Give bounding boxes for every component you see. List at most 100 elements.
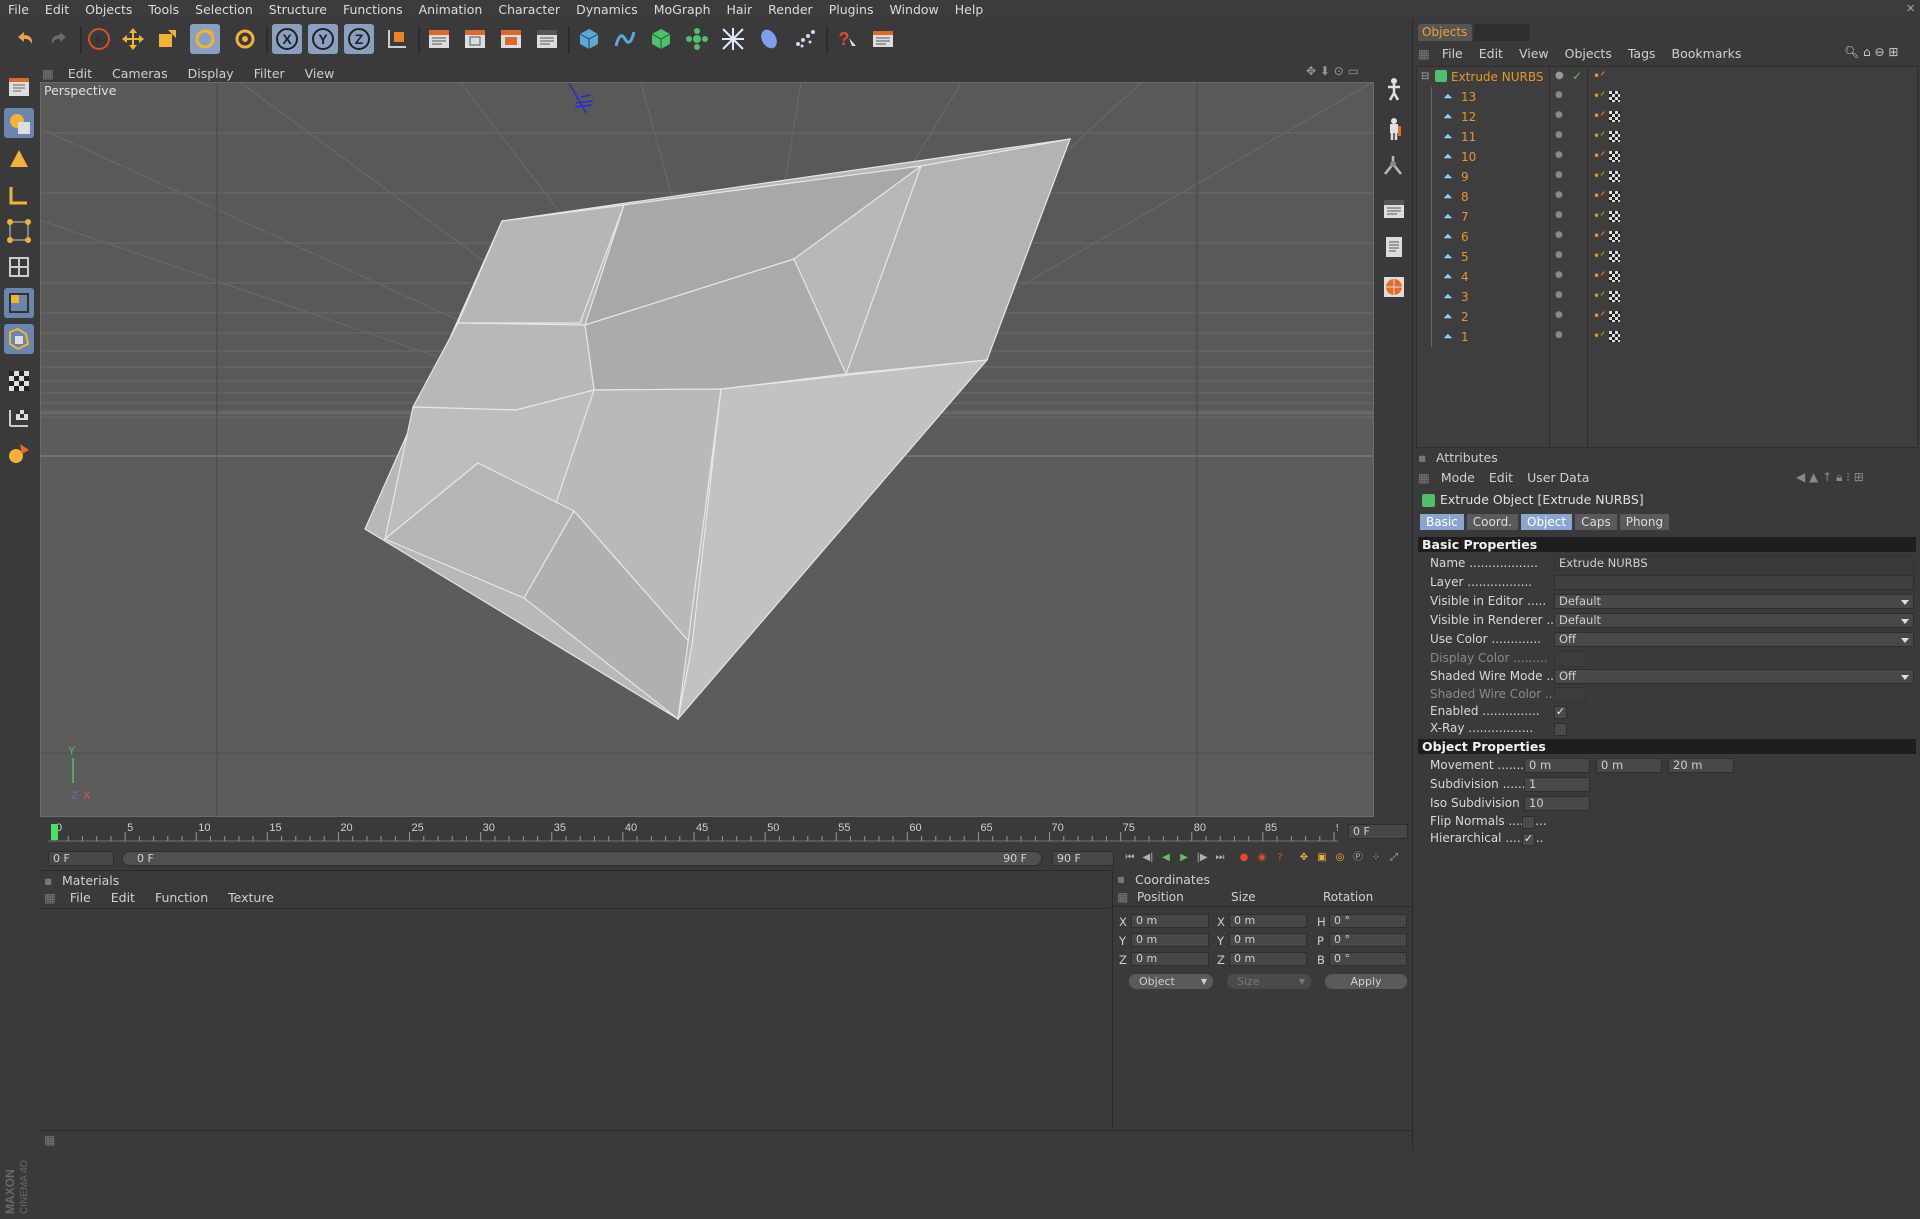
attributes-menu-edit[interactable]: Edit [1482, 470, 1520, 485]
play-backward-icon[interactable]: ◀ [1158, 850, 1174, 866]
texture-axis-icon[interactable] [4, 180, 34, 210]
size-field[interactable]: 0 m [1229, 952, 1307, 966]
tab-coord[interactable]: Coord. [1466, 514, 1518, 530]
object-name[interactable]: 12 [1461, 107, 1476, 127]
texture-tag-icon[interactable] [1609, 311, 1620, 322]
object-name[interactable]: 7 [1461, 207, 1469, 227]
object-row[interactable]: ⏶ 2 ● •ᐟ [1417, 307, 1917, 327]
deformer-icon[interactable] [718, 24, 748, 54]
materials-menu-texture[interactable]: Texture [218, 890, 284, 905]
objects-menu-objects[interactable]: Objects [1557, 46, 1620, 61]
tag-icon[interactable]: •ᐟ [1593, 269, 1605, 283]
viewport-nav-icons[interactable]: ✥ ⬇ ⊙ ▭ [1306, 64, 1376, 82]
subdivision-field[interactable]: 1 [1524, 777, 1590, 792]
spline-pen-icon[interactable] [610, 24, 640, 54]
joint-tools-icon[interactable] [1379, 150, 1409, 180]
play-forward-icon[interactable]: ▶ [1176, 850, 1192, 866]
object-name[interactable]: 6 [1461, 227, 1469, 247]
viewport-menu-view[interactable]: View [295, 66, 345, 81]
window-close-icon[interactable]: ✕ [1906, 2, 1918, 15]
attributes-menu-mode[interactable]: Mode [1434, 470, 1482, 485]
character-icon[interactable] [1379, 74, 1409, 104]
tag-icon[interactable]: •ᐟ [1593, 309, 1605, 323]
model-mode-icon[interactable] [4, 108, 34, 138]
tag-icon[interactable]: •ᐟ [1593, 169, 1605, 183]
perspective-viewport[interactable]: Y Z X [40, 82, 1374, 817]
object-name[interactable]: 8 [1461, 187, 1469, 207]
nurbs-icon[interactable] [646, 24, 676, 54]
tag-icon[interactable]: •ᐟ [1593, 129, 1605, 143]
viewport-menu-cameras[interactable]: Cameras [102, 66, 178, 81]
materials-menu-file[interactable]: File [60, 890, 101, 905]
sculpt-icon[interactable] [4, 438, 34, 468]
tag-icon[interactable]: •ᐟ [1593, 229, 1605, 243]
texture-tag-icon[interactable] [1609, 211, 1620, 222]
render-region-icon[interactable] [460, 24, 490, 54]
visibility-dots-icon[interactable]: ● [1555, 210, 1563, 220]
hierarchical-checkbox[interactable]: ✓ [1522, 833, 1535, 846]
object-row[interactable]: ⏶ 10 ● •ᐟ [1417, 147, 1917, 167]
object-row[interactable]: ⏶ 1 ● •ᐟ [1417, 327, 1917, 347]
visible-editor-dropdown[interactable]: Default [1554, 594, 1914, 609]
frame-range-slider[interactable]: 0 F 90 F [122, 851, 1042, 866]
next-key-icon[interactable]: |▶ [1194, 850, 1210, 866]
texture-tag-icon[interactable] [1609, 131, 1620, 142]
attributes-menu-user-data[interactable]: User Data [1520, 470, 1596, 485]
objects-menu-edit[interactable]: Edit [1471, 46, 1511, 61]
menu-functions[interactable]: Functions [335, 2, 411, 17]
name-field[interactable]: Extrude NURBS [1554, 556, 1914, 571]
object-name[interactable]: 4 [1461, 267, 1469, 287]
position-field[interactable]: 0 m [1131, 914, 1209, 928]
menu-animation[interactable]: Animation [411, 2, 491, 17]
object-name[interactable]: 2 [1461, 307, 1469, 327]
previous-key-icon[interactable]: ◀| [1140, 850, 1156, 866]
object-mode-icon[interactable] [4, 144, 34, 174]
coordinate-system-icon[interactable] [382, 24, 412, 54]
texture-tag-icon[interactable] [1609, 251, 1620, 262]
visibility-dots-icon[interactable]: ● [1555, 330, 1563, 340]
points-mode-icon[interactable] [4, 216, 34, 246]
rotation-field[interactable]: 0 ° [1329, 933, 1407, 947]
menu-tools[interactable]: Tools [140, 2, 187, 17]
object-tree[interactable]: ⊟ Extrude NURBS ● ✓ •ᐟ ⏶ 13 ● •ᐟ ⏶ 12 ● •ᐟ ⏶ 11 ● •… [1416, 66, 1918, 448]
menu-plugins[interactable]: Plugins [821, 2, 882, 17]
menu-file[interactable]: File [0, 2, 37, 17]
current-frame-field[interactable]: 0 F [1348, 824, 1408, 839]
rotate-icon[interactable] [190, 24, 220, 54]
collapse-icon[interactable]: ⊟ [1421, 71, 1429, 82]
texture-tag-icon[interactable] [1609, 331, 1620, 342]
object-row[interactable]: ⏶ 13 ● •ᐟ [1417, 87, 1917, 107]
checker-icon[interactable] [4, 366, 34, 396]
object-name[interactable]: 5 [1461, 247, 1469, 267]
visibility-dots-icon[interactable]: ● [1555, 230, 1563, 240]
texture-tag-icon[interactable] [1609, 271, 1620, 282]
menu-edit[interactable]: Edit [37, 2, 77, 17]
texture-tag-icon[interactable] [1609, 291, 1620, 302]
xray-checkbox[interactable] [1554, 723, 1567, 736]
visibility-dots-icon[interactable]: ● [1555, 270, 1563, 280]
flip-normals-checkbox[interactable] [1522, 816, 1535, 829]
object-name[interactable]: 3 [1461, 287, 1469, 307]
x-axis-lock-icon[interactable]: X [272, 24, 302, 54]
record-parameter-icon[interactable]: Ⓟ [1350, 850, 1366, 866]
movement-y-field[interactable]: 0 m [1596, 758, 1662, 773]
visibility-dots-icon[interactable]: ● [1555, 250, 1563, 260]
visibility-dots-icon[interactable]: ● [1555, 70, 1564, 81]
attributes-nav-icons[interactable]: ◀ ▲ ↑ 🔒︎ ⁝ ⊞ [1796, 470, 1916, 486]
materials-menu-edit[interactable]: Edit [101, 890, 145, 905]
go-to-end-icon[interactable]: ⏭ [1212, 850, 1228, 866]
object-name[interactable]: 10 [1461, 147, 1476, 167]
apply-button[interactable]: Apply [1325, 974, 1407, 989]
timeline-ruler[interactable]: 051015202530354045505560657075808590 [48, 820, 1338, 842]
keyframe-selection-icon[interactable]: ? [1272, 850, 1288, 866]
visibility-dots-icon[interactable]: ● [1555, 310, 1563, 320]
texture-tag-icon[interactable] [1609, 111, 1620, 122]
iso-subdivision-field[interactable]: 10 [1524, 796, 1590, 811]
position-field[interactable]: 0 m [1131, 952, 1209, 966]
tag-icon[interactable]: •ᐟ [1593, 249, 1605, 263]
objects-menu-tags[interactable]: Tags [1620, 46, 1664, 61]
render-picture-viewer-icon[interactable] [496, 24, 526, 54]
tag-icon[interactable]: •ᐟ [1593, 69, 1605, 83]
tag-icon[interactable]: •ᐟ [1593, 209, 1605, 223]
materials-menu-function[interactable]: Function [145, 890, 218, 905]
